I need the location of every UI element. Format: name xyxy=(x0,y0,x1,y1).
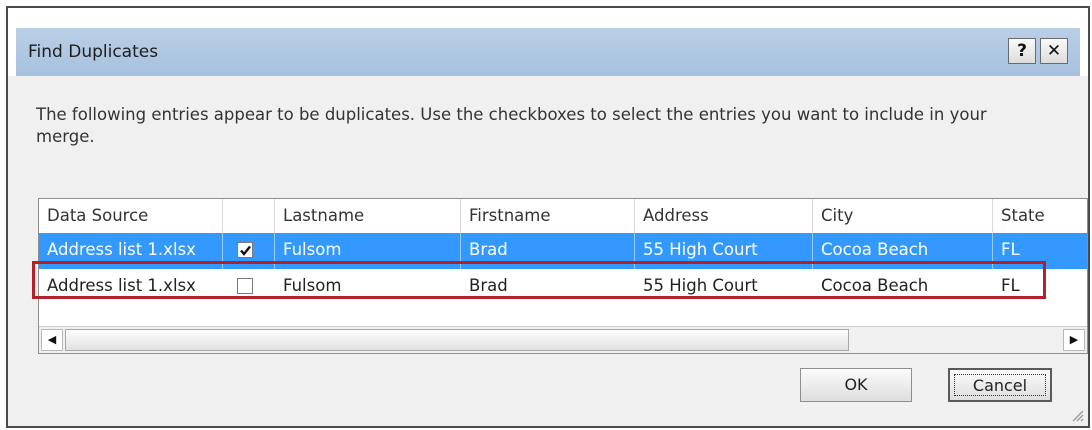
scroll-right-icon: ▶ xyxy=(1069,333,1079,346)
horizontal-scrollbar[interactable]: ◀ ▶ xyxy=(39,326,1087,353)
grid-header: Data Source Lastname Firstname Address C… xyxy=(39,199,1087,234)
checkmark-icon xyxy=(240,245,251,256)
column-header-include[interactable] xyxy=(223,199,275,233)
resize-grip-icon[interactable] xyxy=(1070,408,1084,422)
help-icon: ? xyxy=(1017,41,1027,61)
scroll-left-icon: ◀ xyxy=(47,333,57,346)
title-band: Find Duplicates ? ✕ xyxy=(16,28,1080,76)
column-header-firstname[interactable]: Firstname xyxy=(461,199,635,233)
cancel-button[interactable]: Cancel xyxy=(948,368,1052,402)
column-header-address[interactable]: Address xyxy=(635,199,813,233)
column-header-lastname[interactable]: Lastname xyxy=(275,199,461,233)
window-title: Find Duplicates xyxy=(28,42,159,62)
find-duplicates-dialog: Find Duplicates ? ✕ The following entrie… xyxy=(6,6,1090,428)
help-button[interactable]: ? xyxy=(1008,38,1036,64)
scroll-left-button[interactable]: ◀ xyxy=(41,329,63,351)
instructions-text: The following entries appear to be dupli… xyxy=(36,105,987,146)
close-button[interactable]: ✕ xyxy=(1040,38,1068,64)
duplicate-highlight-box xyxy=(32,261,1046,299)
column-header-data-source[interactable]: Data Source xyxy=(39,199,223,233)
column-header-state[interactable]: State xyxy=(993,199,1089,233)
ok-button[interactable]: OK xyxy=(800,368,912,402)
include-checkbox[interactable] xyxy=(237,242,253,258)
focus-rectangle xyxy=(954,374,1046,396)
column-header-city[interactable]: City xyxy=(813,199,993,233)
title-bar: Find Duplicates ? ✕ xyxy=(8,8,1088,76)
scroll-right-button[interactable]: ▶ xyxy=(1063,329,1085,351)
close-icon: ✕ xyxy=(1046,41,1062,61)
scrollbar-thumb[interactable] xyxy=(65,329,849,351)
